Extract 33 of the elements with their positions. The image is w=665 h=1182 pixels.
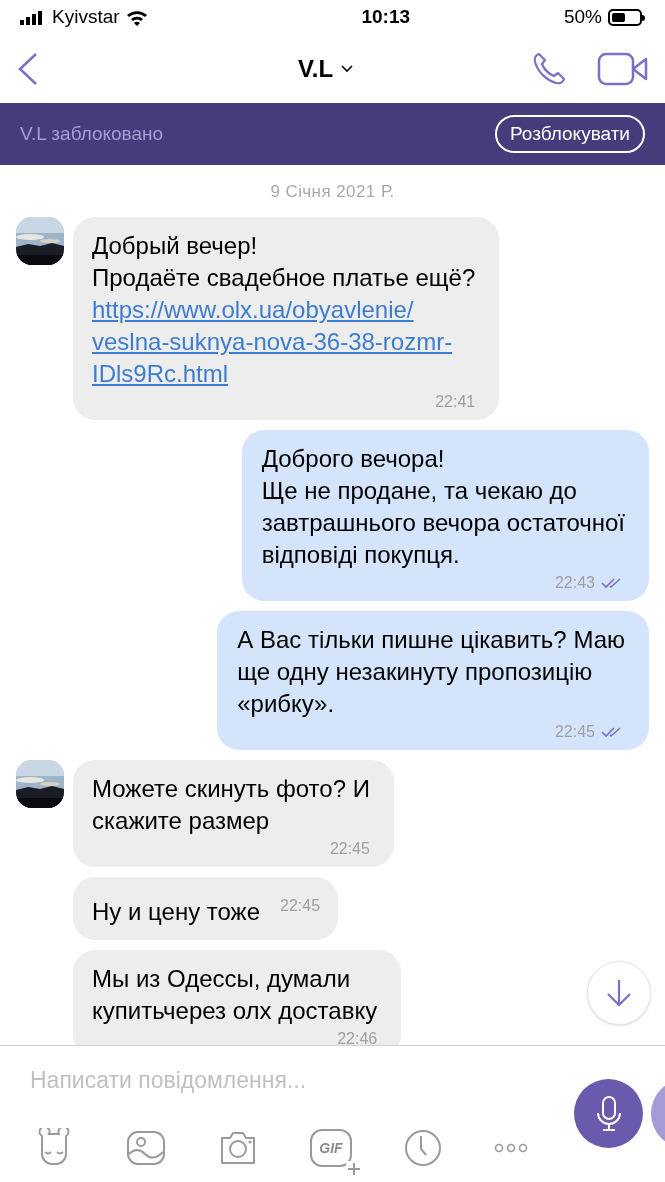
carrier-name: Kyivstar xyxy=(52,5,120,30)
message-text: Добрый вечер! Продаёте свадебное платье ещё? xyxy=(92,230,476,293)
scroll-down-button[interactable] xyxy=(587,961,651,1025)
chevron-down-icon xyxy=(341,65,354,73)
contact-name-button[interactable]: V.L xyxy=(297,51,354,87)
message-text: Можете скинуть фото? И скажите размер xyxy=(92,773,370,836)
message-text: А Вас тільки пишне цікавить? Маю ще одну незакинуту пропозицію «рибку». xyxy=(237,624,625,719)
message-time: 22:43 xyxy=(554,572,595,593)
status-time: 10:13 xyxy=(361,5,411,30)
phone-icon[interactable] xyxy=(531,51,567,87)
unblock-button[interactable]: Розблокувати xyxy=(495,115,645,153)
camera-icon[interactable] xyxy=(218,1130,258,1166)
link[interactable]: https://www.olx.ua/obyavlenie/ veslna-suknya-nova-36-38-rozmr- IDls9Rc.html xyxy=(92,293,476,390)
blocked-notice: V.L заблоковано xyxy=(20,121,164,146)
message-time: 22:45 xyxy=(554,721,595,742)
message-text: Ну и цену тоже xyxy=(92,896,261,927)
more-icon[interactable] xyxy=(494,1143,528,1153)
image-icon[interactable] xyxy=(126,1130,166,1166)
message-time: 22:45 xyxy=(329,838,370,859)
microphone-icon xyxy=(594,1094,623,1133)
message-text: Доброго вечора! Ще не продане, та чекаю до завтрашнього вечора остаточної відповіді покупця. xyxy=(261,443,625,570)
wifi-icon xyxy=(125,9,148,26)
clock-icon[interactable] xyxy=(404,1129,442,1167)
message-time: 22:45 xyxy=(280,895,321,916)
arrow-down-icon xyxy=(606,978,632,1008)
message-time: 22:46 xyxy=(337,1028,378,1045)
battery-percent: 50% xyxy=(563,5,602,30)
video-camera-icon[interactable] xyxy=(597,51,649,87)
message-time: 22:41 xyxy=(435,391,476,412)
date-separator: 9 Січня 2021 Р. xyxy=(269,181,396,203)
message-text: Мы из Одессы, думали купитьчерез олх доставку xyxy=(92,963,378,1026)
battery-icon xyxy=(608,9,645,26)
message-input[interactable]: Написати повідомлення... xyxy=(30,1062,530,1098)
